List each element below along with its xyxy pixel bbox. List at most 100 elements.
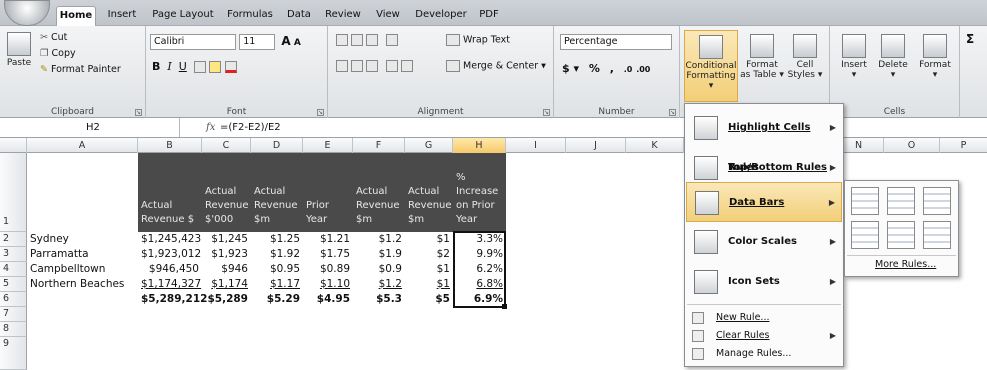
row-header-2[interactable]: 2 [0, 232, 27, 247]
cell-g4[interactable]: $1 [405, 262, 453, 276]
row-header-1[interactable]: 1 [0, 153, 27, 232]
font-name-dropdown[interactable]: Calibri [150, 34, 236, 50]
cell-g3[interactable]: $2 [405, 247, 453, 261]
cell-b5[interactable]: $1,174,327 [138, 277, 202, 291]
header-cell-g1[interactable]: Actual Revenue $m [405, 153, 453, 232]
align-bottom-icon[interactable] [366, 34, 379, 46]
cell-c4[interactable]: $946 [202, 262, 251, 276]
select-all-corner[interactable] [0, 138, 27, 153]
cell-styles-button[interactable]: Cell Styles ▾ [784, 34, 826, 80]
currency-button[interactable]: $ [562, 62, 570, 75]
decrease-decimal-button[interactable]: .00 [636, 65, 650, 74]
header-cell-e1[interactable]: Prior Year [303, 153, 353, 232]
wrap-text-button[interactable]: Wrap Text [446, 34, 510, 46]
cell-b3[interactable]: $1,923,012 [138, 247, 202, 261]
function-icon[interactable]: fx [206, 118, 215, 137]
cell-c3[interactable]: $1,923 [202, 247, 251, 261]
cell-e2[interactable]: $1.21 [303, 232, 353, 246]
office-button[interactable] [4, 0, 50, 26]
column-header-e[interactable]: E [303, 138, 353, 153]
formula-input[interactable]: =(F2-E2)/E2 [220, 118, 281, 137]
conditional-formatting-button[interactable]: Conditional Formatting ▾ [684, 30, 738, 102]
column-header-i[interactable]: I [506, 138, 566, 153]
delete-button[interactable]: Delete ▾ [874, 34, 912, 80]
align-top-icon[interactable] [336, 34, 348, 46]
column-header-b[interactable]: B [138, 138, 202, 153]
cell-e4[interactable]: $0.89 [303, 262, 353, 276]
column-header-a[interactable]: A [27, 138, 138, 153]
data-bar-blue-icon[interactable] [851, 187, 879, 215]
menu-item-highlight-cells-rules[interactable]: Highlight Cells Rules ▶ [686, 108, 842, 173]
grow-font-button[interactable]: A [281, 34, 290, 48]
column-header-f[interactable]: F [353, 138, 405, 153]
column-header-j[interactable]: J [566, 138, 626, 153]
data-bar-red-icon[interactable] [923, 187, 951, 215]
merge-center-button[interactable]: Merge & Center ▾ [446, 60, 546, 72]
column-header-c[interactable]: C [202, 138, 251, 153]
autosum-icon[interactable]: Σ [966, 32, 974, 46]
cell-f5[interactable]: $1.2 [353, 277, 405, 291]
data-bar-orange-icon[interactable] [851, 221, 879, 249]
column-header-g[interactable]: G [405, 138, 453, 153]
cell-a5[interactable]: Northern Beaches [27, 277, 138, 291]
fill-color-icon[interactable] [209, 61, 222, 73]
row-header-3[interactable]: 3 [0, 247, 27, 262]
menu-item-clear-rules[interactable]: Clear Rules ▶ [686, 328, 842, 344]
column-header-d[interactable]: D [251, 138, 303, 153]
cell-b2[interactable]: $1,245,423 [138, 232, 202, 246]
cell-e5[interactable]: $1.10 [303, 277, 353, 291]
tab-data[interactable]: Data [284, 6, 314, 26]
font-launcher-icon[interactable]: ↘ [317, 109, 324, 116]
cell-d3[interactable]: $1.92 [251, 247, 303, 261]
header-cell-d1[interactable]: Actual Revenue $m [251, 153, 303, 232]
cell-b6[interactable]: $5,289,212 [138, 292, 207, 306]
bold-button[interactable]: B [152, 60, 160, 73]
menu-item-data-bars[interactable]: Data Bars ▶ [686, 182, 842, 222]
cut-button[interactable]: ✂ Cut [40, 32, 67, 43]
number-launcher-icon[interactable]: ↘ [669, 109, 676, 116]
tab-insert[interactable]: Insert [102, 6, 142, 26]
borders-icon[interactable] [193, 61, 206, 73]
cell-f3[interactable]: $1.9 [353, 247, 405, 261]
align-center-icon[interactable] [351, 60, 364, 72]
data-bar-lightblue-icon[interactable] [887, 221, 915, 249]
tab-page-layout[interactable]: Page Layout [150, 6, 216, 26]
insert-button[interactable]: Insert ▾ [836, 34, 872, 80]
cell-f6[interactable]: $5.3 [353, 292, 405, 306]
row-header-8[interactable]: 8 [0, 322, 27, 337]
increase-decimal-button[interactable]: .0 [624, 65, 633, 74]
cell-g5[interactable]: $1 [405, 277, 453, 291]
cell-d2[interactable]: $1.25 [251, 232, 303, 246]
tab-home[interactable]: Home [56, 6, 96, 26]
name-box[interactable]: H2 [0, 118, 180, 137]
cell-g2[interactable]: $1 [405, 232, 453, 246]
decrease-indent-icon[interactable] [385, 60, 398, 72]
row-header-4[interactable]: 4 [0, 262, 27, 277]
cell-f2[interactable]: $1.2 [353, 232, 405, 246]
copy-button[interactable]: ❐ Copy [40, 48, 76, 59]
fill-handle[interactable] [502, 304, 507, 309]
row-header-9[interactable]: 9 [0, 337, 27, 370]
percent-button[interactable]: % [589, 62, 600, 75]
cell-f4[interactable]: $0.9 [353, 262, 405, 276]
header-cell-b1[interactable]: Actual Revenue $ [138, 153, 202, 232]
column-header-p[interactable]: P [940, 138, 987, 153]
cell-a3[interactable]: Parramatta [27, 247, 138, 261]
data-bar-purple-icon[interactable] [923, 221, 951, 249]
italic-button[interactable]: I [167, 60, 171, 73]
menu-item-color-scales[interactable]: Color Scales ▶ [686, 222, 842, 262]
cell-d4[interactable]: $0.95 [251, 262, 303, 276]
orientation-icon[interactable] [385, 34, 398, 46]
cell-b4[interactable]: $946,450 [138, 262, 202, 276]
underline-button[interactable]: U [179, 60, 187, 73]
cell-e6[interactable]: $4.95 [303, 292, 353, 306]
menu-item-new-rule[interactable]: New Rule... [686, 310, 842, 326]
tab-view[interactable]: View [372, 6, 404, 26]
row-header-5[interactable]: 5 [0, 277, 27, 292]
font-color-icon[interactable] [224, 61, 237, 73]
number-format-dropdown[interactable]: Percentage [560, 34, 672, 50]
tab-pdf[interactable]: PDF [476, 6, 502, 26]
paste-button[interactable]: Paste [4, 32, 34, 68]
cell-c5[interactable]: $1,174 [202, 277, 251, 291]
alignment-launcher-icon[interactable]: ↘ [543, 109, 550, 116]
